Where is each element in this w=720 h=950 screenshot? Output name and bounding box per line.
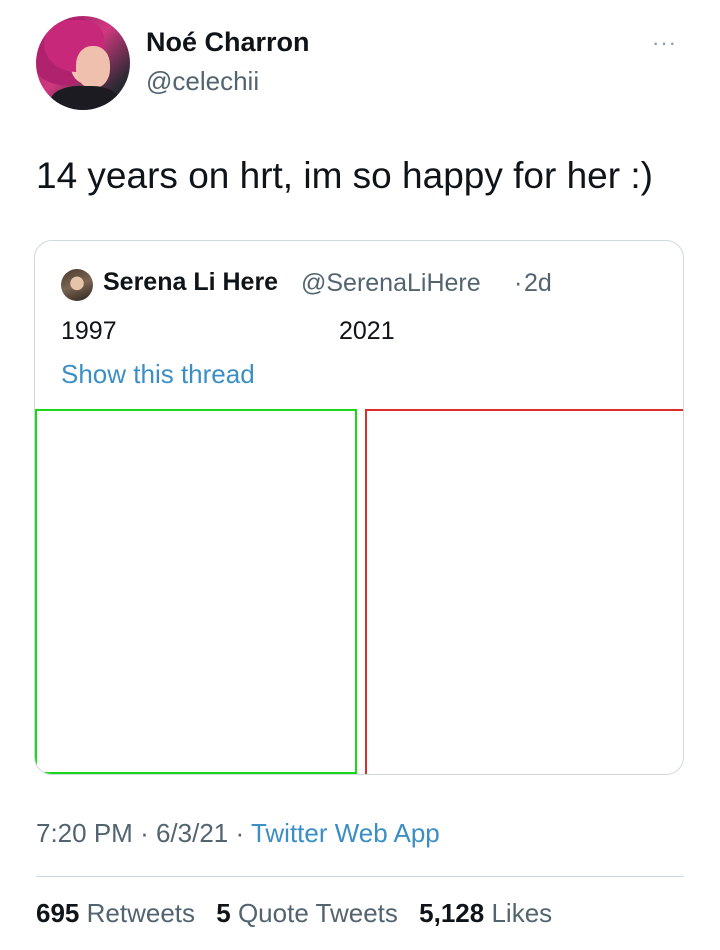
tweet-metadata: 7:20 PM · 6/3/21 · Twitter Web App bbox=[36, 818, 440, 849]
quoted-author-handle[interactable]: @SerenaLiHere bbox=[301, 269, 481, 298]
quote-tweets-stat[interactable]: 5 Quote Tweets bbox=[216, 898, 405, 928]
quote-tweets-count: 5 bbox=[216, 898, 231, 928]
quoted-author-avatar[interactable] bbox=[61, 269, 93, 301]
quoted-author-name[interactable]: Serena Li Here bbox=[103, 268, 278, 297]
tweet-text: 14 years on hrt, im so happy for her :) bbox=[36, 155, 653, 196]
quoted-text-year-left: 1997 bbox=[61, 317, 117, 345]
photo-2021[interactable] bbox=[365, 409, 683, 774]
likes-count: 5,128 bbox=[419, 898, 485, 928]
more-options-icon[interactable]: ··· bbox=[652, 32, 677, 54]
retweets-stat[interactable]: 695 Retweets bbox=[36, 898, 202, 928]
divider bbox=[36, 876, 684, 877]
retweets-count: 695 bbox=[36, 898, 80, 928]
quoted-text-year-right: 2021 bbox=[339, 317, 395, 345]
avatar-shirt bbox=[50, 86, 120, 110]
avatar-face bbox=[76, 46, 110, 88]
quoted-timestamp[interactable]: 2d bbox=[524, 269, 552, 298]
tweet-date[interactable]: 6/3/21 bbox=[156, 818, 228, 848]
meta-separator-1: · bbox=[140, 818, 149, 848]
likes-stat[interactable]: 5,128 Likes bbox=[419, 898, 552, 928]
quoted-separator: · bbox=[514, 269, 523, 297]
photo-1997[interactable] bbox=[35, 409, 357, 774]
quoted-tweet-card[interactable]: Serena Li Here @SerenaLiHere · 2d 1997 2… bbox=[34, 240, 684, 775]
retweets-label: Retweets bbox=[86, 898, 196, 928]
show-thread-link[interactable]: Show this thread bbox=[61, 359, 255, 390]
likes-label: Likes bbox=[491, 898, 553, 928]
author-name[interactable]: Noé Charron bbox=[146, 27, 310, 58]
tweet-time[interactable]: 7:20 PM bbox=[36, 818, 133, 848]
quote-tweets-label: Quote Tweets bbox=[237, 898, 398, 928]
tweet-source-link[interactable]: Twitter Web App bbox=[251, 818, 440, 848]
meta-separator-2: · bbox=[235, 818, 245, 848]
author-avatar[interactable] bbox=[36, 16, 130, 110]
author-handle[interactable]: @celechii bbox=[146, 66, 259, 97]
tweet-stats: 695 Retweets 5 Quote Tweets 5,128 Likes bbox=[36, 898, 566, 929]
